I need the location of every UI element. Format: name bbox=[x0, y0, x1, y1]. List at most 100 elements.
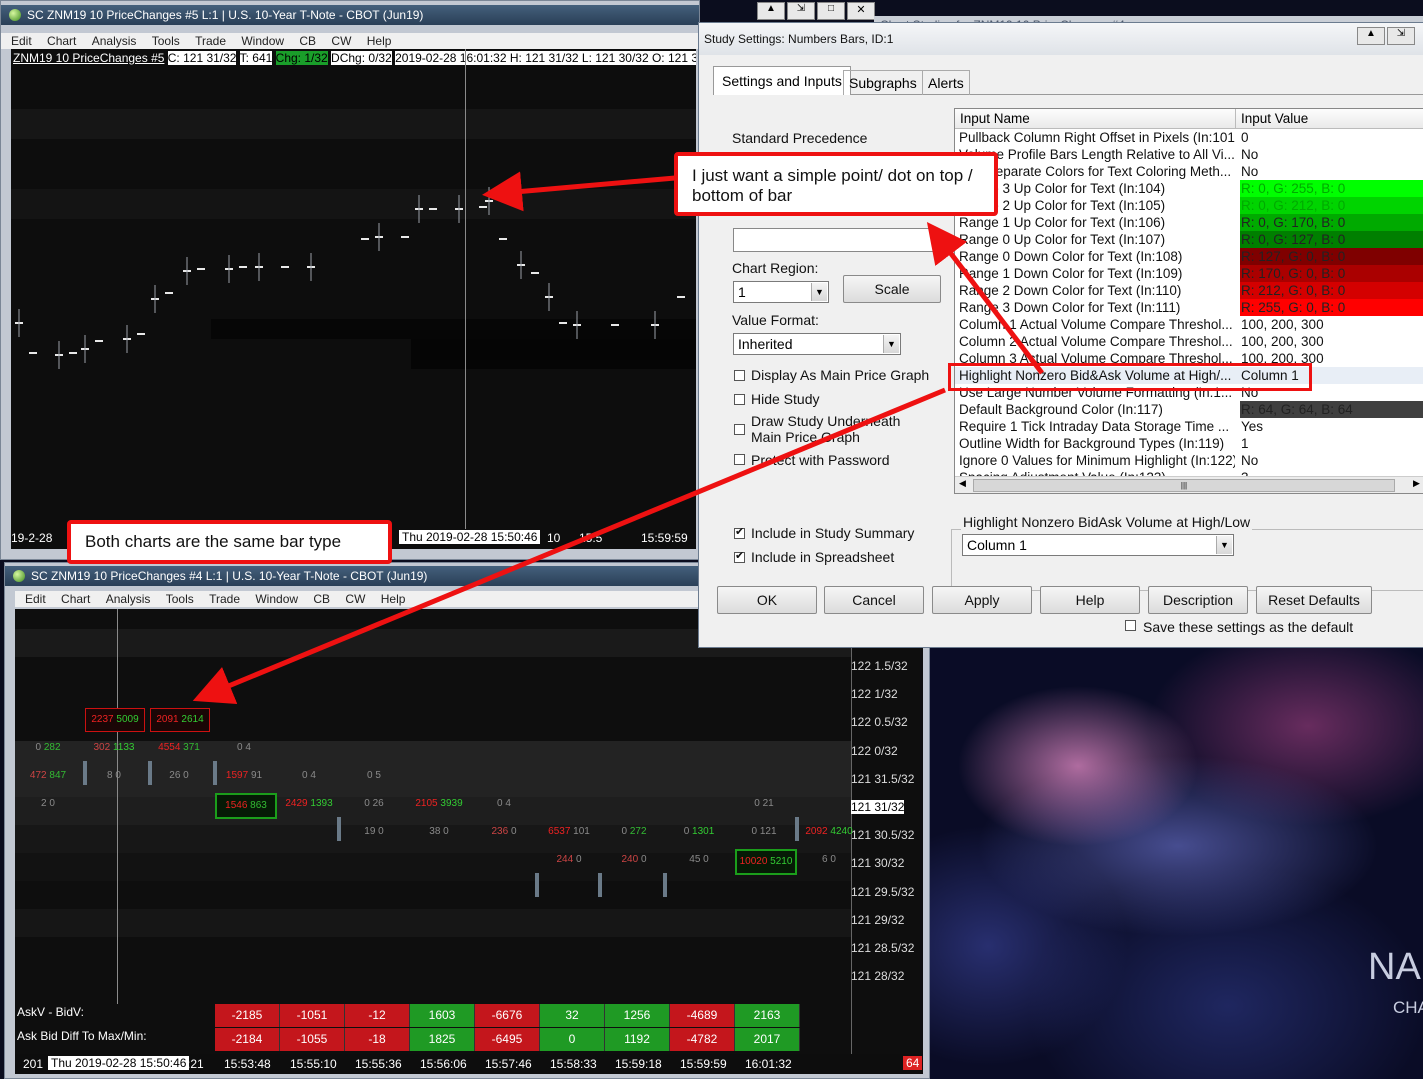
apply-button[interactable]: Apply bbox=[932, 586, 1032, 614]
chart-region-select[interactable]: 1 ▼ bbox=[733, 281, 829, 303]
include-spreadsheet-checkbox[interactable] bbox=[734, 549, 745, 563]
table-row[interactable]: Ignore 0 Values for Minimum Highlight (I… bbox=[955, 452, 1423, 469]
draw-under-checkbox[interactable] bbox=[734, 424, 745, 435]
menu-edit[interactable]: Edit bbox=[25, 592, 46, 606]
table-row[interactable]: Column 1 Actual Volume Compare Threshol.… bbox=[955, 316, 1423, 333]
table-row[interactable]: Range 1 Up Color for Text (In:106) R: 0, … bbox=[955, 214, 1423, 231]
summary-cell: -1051 bbox=[280, 1004, 345, 1027]
top-price-bars bbox=[15, 187, 685, 369]
top-window-title: SC ZNM19 10 PriceChanges #5 L:1 | U.S. 1… bbox=[27, 8, 424, 22]
ask-volume: 0 bbox=[510, 826, 517, 838]
input-value: R: 170, G: 0, B: 0 bbox=[1240, 265, 1423, 282]
pullback-marker bbox=[663, 873, 667, 897]
highlight-select[interactable]: Column 1 ▼ bbox=[962, 534, 1234, 556]
menu-tools[interactable]: Tools bbox=[166, 592, 194, 606]
time-label: 15:56:06 bbox=[420, 1057, 467, 1071]
header-input-name[interactable]: Input Name bbox=[960, 109, 1030, 128]
dialog-titlebar[interactable]: Study Settings: Numbers Bars, ID:1 ▲ ⇲ bbox=[699, 23, 1423, 55]
ask-volume: 5009 bbox=[116, 714, 139, 726]
table-row[interactable]: Range 3 Up Color for Text (In:104) R: 0, … bbox=[955, 180, 1423, 197]
bar-number-cell: 8 0 bbox=[85, 765, 143, 787]
table-row[interactable]: Default Background Color (In:117) R: 64, … bbox=[955, 401, 1423, 418]
study-text-input[interactable] bbox=[733, 228, 935, 252]
dialog-restore-button[interactable]: ▲ bbox=[1357, 27, 1385, 45]
help-button[interactable]: Help bbox=[1040, 586, 1140, 614]
description-button[interactable]: Description bbox=[1148, 586, 1248, 614]
display-main-checkbox[interactable] bbox=[734, 370, 745, 381]
menu-edit[interactable]: Edit bbox=[11, 34, 32, 48]
restore-button[interactable]: ⇲ bbox=[787, 2, 815, 20]
bid-volume: 10020 bbox=[739, 856, 768, 868]
bar-number-cell: 0 4 bbox=[215, 737, 273, 759]
scroll-left-icon[interactable]: ◀ bbox=[959, 478, 966, 489]
input-name: Column 1 Actual Volume Compare Threshol.… bbox=[959, 317, 1233, 332]
top-menubar: Edit Chart Analysis Tools Trade Window C… bbox=[1, 33, 699, 49]
close-button[interactable]: ✕ bbox=[847, 2, 875, 20]
menu-analysis[interactable]: Analysis bbox=[106, 592, 151, 606]
app-globe-icon bbox=[13, 570, 25, 582]
dialog-pin-button[interactable]: ⇲ bbox=[1387, 27, 1415, 45]
cancel-button[interactable]: Cancel bbox=[824, 586, 924, 614]
bar-number-cell: 26 0 bbox=[150, 765, 208, 787]
table-hscrollbar[interactable]: ◀ ||| ▶ bbox=[955, 476, 1423, 493]
menu-cw[interactable]: CW bbox=[345, 592, 365, 606]
tab-settings-and-inputs[interactable]: Settings and Inputs bbox=[713, 66, 851, 95]
menu-trade[interactable]: Trade bbox=[195, 34, 226, 48]
scroll-thumb[interactable]: ||| bbox=[973, 479, 1395, 492]
table-row[interactable]: Volume Profile Bars Length Relative to A… bbox=[955, 146, 1423, 163]
bid-volume: 240 bbox=[621, 854, 639, 866]
menu-analysis[interactable]: Analysis bbox=[92, 34, 137, 48]
highlight-row-box bbox=[948, 363, 1312, 391]
menu-cb[interactable]: CB bbox=[299, 34, 316, 48]
minimize-button[interactable]: ▲ bbox=[757, 2, 785, 20]
price-label: 121 29/32 bbox=[851, 912, 905, 927]
menu-cb[interactable]: CB bbox=[313, 592, 330, 606]
bid-volume: 1597 bbox=[225, 769, 249, 781]
ask-volume: 371 bbox=[183, 741, 200, 753]
value-format-select[interactable]: Inherited ▼ bbox=[733, 333, 901, 355]
reset-defaults-button[interactable]: Reset Defaults bbox=[1256, 586, 1372, 614]
bar-count-badge: 64 bbox=[903, 1056, 923, 1070]
menu-chart[interactable]: Chart bbox=[61, 592, 90, 606]
menu-trade[interactable]: Trade bbox=[209, 592, 240, 606]
menu-help[interactable]: Help bbox=[381, 592, 406, 606]
menu-window[interactable]: Window bbox=[255, 592, 298, 606]
table-row[interactable]: Range 2 Up Color for Text (In:105) R: 0, … bbox=[955, 197, 1423, 214]
tab-subgraphs[interactable]: Subgraphs bbox=[843, 70, 923, 95]
menu-help[interactable]: Help bbox=[367, 34, 392, 48]
inputs-table[interactable]: Input Name Input Value Pullback Column R… bbox=[954, 108, 1423, 494]
table-row[interactable]: Range 0 Up Color for Text (In:107) R: 0, … bbox=[955, 231, 1423, 248]
tab-alerts[interactable]: Alerts bbox=[922, 70, 970, 95]
hide-study-checkbox[interactable] bbox=[734, 394, 745, 405]
menu-cw[interactable]: CW bbox=[331, 34, 351, 48]
header-input-value[interactable]: Input Value bbox=[1241, 109, 1308, 128]
table-row[interactable]: Pullback Column Right Offset in Pixels (… bbox=[955, 129, 1423, 146]
protect-checkbox[interactable] bbox=[734, 454, 745, 465]
ok-button[interactable]: OK bbox=[717, 586, 817, 614]
table-row[interactable]: Use Separate Colors for Text Coloring Me… bbox=[955, 163, 1423, 180]
maximize-button[interactable]: □ bbox=[817, 2, 845, 20]
bottom-chart-area[interactable]: 2237 5009 2091 2614 0 282 302 1133 4554 371 0… bbox=[15, 609, 923, 1074]
ask-volume: 282 bbox=[43, 741, 61, 753]
menu-tools[interactable]: Tools bbox=[152, 34, 180, 48]
table-row[interactable]: Outline Width for Background Types (In:1… bbox=[955, 435, 1423, 452]
save-default-checkbox[interactable] bbox=[1125, 620, 1136, 631]
table-row[interactable]: Range 1 Down Color for Text (In:109) R: 1… bbox=[955, 265, 1423, 282]
menu-chart[interactable]: Chart bbox=[47, 34, 76, 48]
scale-button[interactable]: Scale bbox=[843, 275, 941, 303]
bar-number-cell: 6537 101 bbox=[540, 821, 598, 843]
table-row[interactable]: Range 3 Down Color for Text (In:111) R: 2… bbox=[955, 299, 1423, 316]
table-row[interactable]: Range 2 Down Color for Text (In:110) R: 2… bbox=[955, 282, 1423, 299]
pullback-marker bbox=[535, 873, 539, 897]
table-row[interactable]: Range 0 Down Color for Text (In:108) R: 1… bbox=[955, 248, 1423, 265]
ask-volume: 1133 bbox=[112, 741, 135, 753]
bid-volume: 26 bbox=[169, 769, 181, 781]
table-row[interactable]: Require 1 Tick Intraday Data Storage Tim… bbox=[955, 418, 1423, 435]
top-chart-area[interactable]: ZNM19 10 PriceChanges #5 C: 121 31/32 T:… bbox=[11, 49, 696, 549]
table-row[interactable]: Column 2 Actual Volume Compare Threshol.… bbox=[955, 333, 1423, 350]
scroll-right-icon[interactable]: ▶ bbox=[1413, 478, 1420, 489]
top-window-titlebar[interactable]: SC ZNM19 10 PriceChanges #5 L:1 | U.S. 1… bbox=[1, 5, 699, 25]
menu-window[interactable]: Window bbox=[241, 34, 284, 48]
summary-cell: 2163 bbox=[735, 1004, 800, 1027]
include-summary-checkbox[interactable] bbox=[734, 525, 745, 539]
